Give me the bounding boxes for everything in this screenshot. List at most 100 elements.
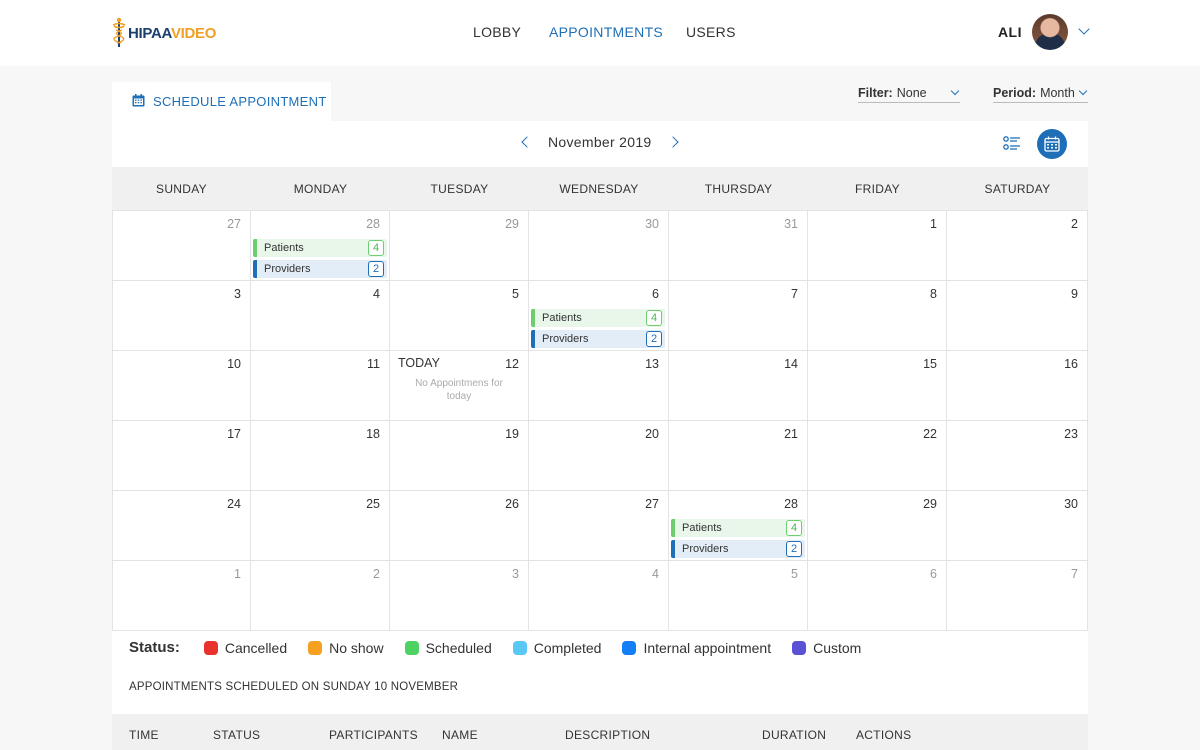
day-cell[interactable]: 1	[112, 561, 251, 630]
day-cell[interactable]: 29	[390, 211, 529, 280]
day-number: 8	[930, 287, 937, 301]
patients-pill-label: Patients	[264, 242, 304, 254]
day-cell[interactable]: 8	[808, 281, 947, 350]
day-cell[interactable]: 14	[669, 351, 808, 420]
avatar[interactable]	[1032, 14, 1068, 50]
providers-pill-label: Providers	[264, 263, 311, 275]
day-cell[interactable]: 25	[251, 491, 390, 560]
day-cell[interactable]: 29	[808, 491, 947, 560]
scheduled-appointments-title: APPOINTMENTS SCHEDULED ON SUNDAY 10 NOVE…	[129, 681, 459, 693]
providers-pill[interactable]: Providers 2	[671, 540, 805, 558]
day-cell[interactable]: 27	[529, 491, 669, 560]
day-cell[interactable]: 12 TODAY No Appointmens for today	[390, 351, 529, 420]
day-cell[interactable]: 17	[112, 421, 251, 490]
day-number: 29	[923, 497, 937, 511]
status-no-show: No show	[308, 639, 384, 656]
caduceus-icon	[112, 17, 126, 49]
status-color-swatch	[792, 640, 807, 655]
day-cell[interactable]: 5	[390, 281, 529, 350]
day-cell[interactable]: 27	[112, 211, 251, 280]
day-cell[interactable]: 6 Patients 4 Providers 2	[529, 281, 669, 350]
day-cell[interactable]: 7	[669, 281, 808, 350]
day-number: 19	[505, 427, 519, 441]
logo-text: HIPAAVIDEO	[128, 24, 217, 42]
col-description[interactable]: DESCRIPTION	[565, 728, 650, 742]
day-number: 23	[1064, 427, 1078, 441]
status-cancelled: Cancelled	[203, 640, 287, 656]
chevron-down-icon[interactable]	[1078, 23, 1090, 35]
day-number: 6	[930, 567, 937, 581]
day-cell[interactable]: 4	[529, 561, 669, 630]
day-number: 4	[373, 287, 380, 301]
patients-pill-label: Patients	[542, 312, 582, 324]
weekday-monday: MONDAY	[293, 182, 348, 196]
day-cell[interactable]: 15	[808, 351, 947, 420]
providers-pill[interactable]: Providers 2	[531, 330, 665, 348]
day-cell[interactable]: 13	[529, 351, 669, 420]
col-duration[interactable]: DURATION	[762, 728, 826, 742]
day-cell[interactable]: 19	[390, 421, 529, 490]
day-number: 29	[505, 217, 519, 231]
day-cell[interactable]: 4	[251, 281, 390, 350]
day-number: 27	[645, 497, 659, 511]
col-actions[interactable]: ACTIONS	[856, 728, 911, 742]
schedule-appointment-button[interactable]: SCHEDULE APPOINTMENT	[112, 82, 331, 122]
chevron-down-icon	[950, 86, 960, 96]
filter-dropdown[interactable]: Filter: None	[858, 86, 960, 103]
prev-month-icon[interactable]	[521, 136, 533, 148]
day-cell[interactable]: 23	[947, 421, 1088, 490]
col-status[interactable]: STATUS	[213, 728, 260, 742]
day-number: 3	[234, 287, 241, 301]
patients-pill-count-badge: 4	[786, 520, 802, 536]
status-custom: Custom	[792, 640, 861, 656]
col-participants[interactable]: PARTICIPANTS	[329, 728, 418, 742]
day-cell[interactable]: 21	[669, 421, 808, 490]
patients-pill[interactable]: Patients 4	[253, 239, 387, 257]
patients-pill[interactable]: Patients 4	[671, 519, 805, 537]
status-color-swatch	[404, 640, 419, 655]
hipaa-video-logo[interactable]: HIPAAVIDEO	[112, 16, 216, 50]
nav-appointments[interactable]: APPOINTMENTS	[549, 24, 663, 40]
day-cell[interactable]: 1	[808, 211, 947, 280]
period-dropdown[interactable]: Period: Month	[993, 86, 1088, 103]
day-cell[interactable]: 28 Patients 4 Providers 2	[251, 211, 390, 280]
day-cell[interactable]: 3	[112, 281, 251, 350]
status-title: Status:	[129, 639, 180, 656]
day-cell[interactable]: 6	[808, 561, 947, 630]
providers-pill-count-badge: 2	[368, 261, 384, 277]
day-cell[interactable]: 9	[947, 281, 1088, 350]
day-cell[interactable]: 20	[529, 421, 669, 490]
day-cell[interactable]: 28 Patients 4 Providers 2	[669, 491, 808, 560]
day-cell[interactable]: 31	[669, 211, 808, 280]
status-completed: Completed	[512, 640, 601, 656]
nav-users[interactable]: USERS	[686, 24, 736, 40]
status-legend: Status: Cancelled No show Scheduled Complet…	[129, 639, 882, 656]
providers-pill[interactable]: Providers 2	[253, 260, 387, 278]
day-cell[interactable]: 11	[251, 351, 390, 420]
status-color-swatch	[308, 640, 323, 655]
next-month-icon[interactable]	[667, 136, 679, 148]
nav-lobby[interactable]: LOBBY	[473, 24, 521, 40]
day-cell[interactable]: 22	[808, 421, 947, 490]
weekday-friday: FRIDAY	[855, 182, 900, 196]
day-cell[interactable]: 2	[947, 211, 1088, 280]
day-cell[interactable]: 30	[947, 491, 1088, 560]
day-cell[interactable]: 7	[947, 561, 1088, 630]
day-cell[interactable]: 18	[251, 421, 390, 490]
col-name[interactable]: NAME	[442, 728, 478, 742]
day-cell[interactable]: 3	[390, 561, 529, 630]
patients-pill[interactable]: Patients 4	[531, 309, 665, 327]
day-cell[interactable]: 16	[947, 351, 1088, 420]
day-cell[interactable]: 2	[251, 561, 390, 630]
col-time[interactable]: TIME	[129, 728, 159, 742]
list-view-button[interactable]	[997, 129, 1027, 159]
day-cell[interactable]: 10	[112, 351, 251, 420]
status-label: Internal appointment	[643, 639, 772, 656]
calendar-view-button[interactable]	[1037, 129, 1067, 159]
status-label: No show	[329, 639, 384, 656]
user-menu[interactable]: ALI	[998, 14, 1090, 50]
day-cell[interactable]: 24	[112, 491, 251, 560]
day-cell[interactable]: 5	[669, 561, 808, 630]
day-cell[interactable]: 26	[390, 491, 529, 560]
day-cell[interactable]: 30	[529, 211, 669, 280]
